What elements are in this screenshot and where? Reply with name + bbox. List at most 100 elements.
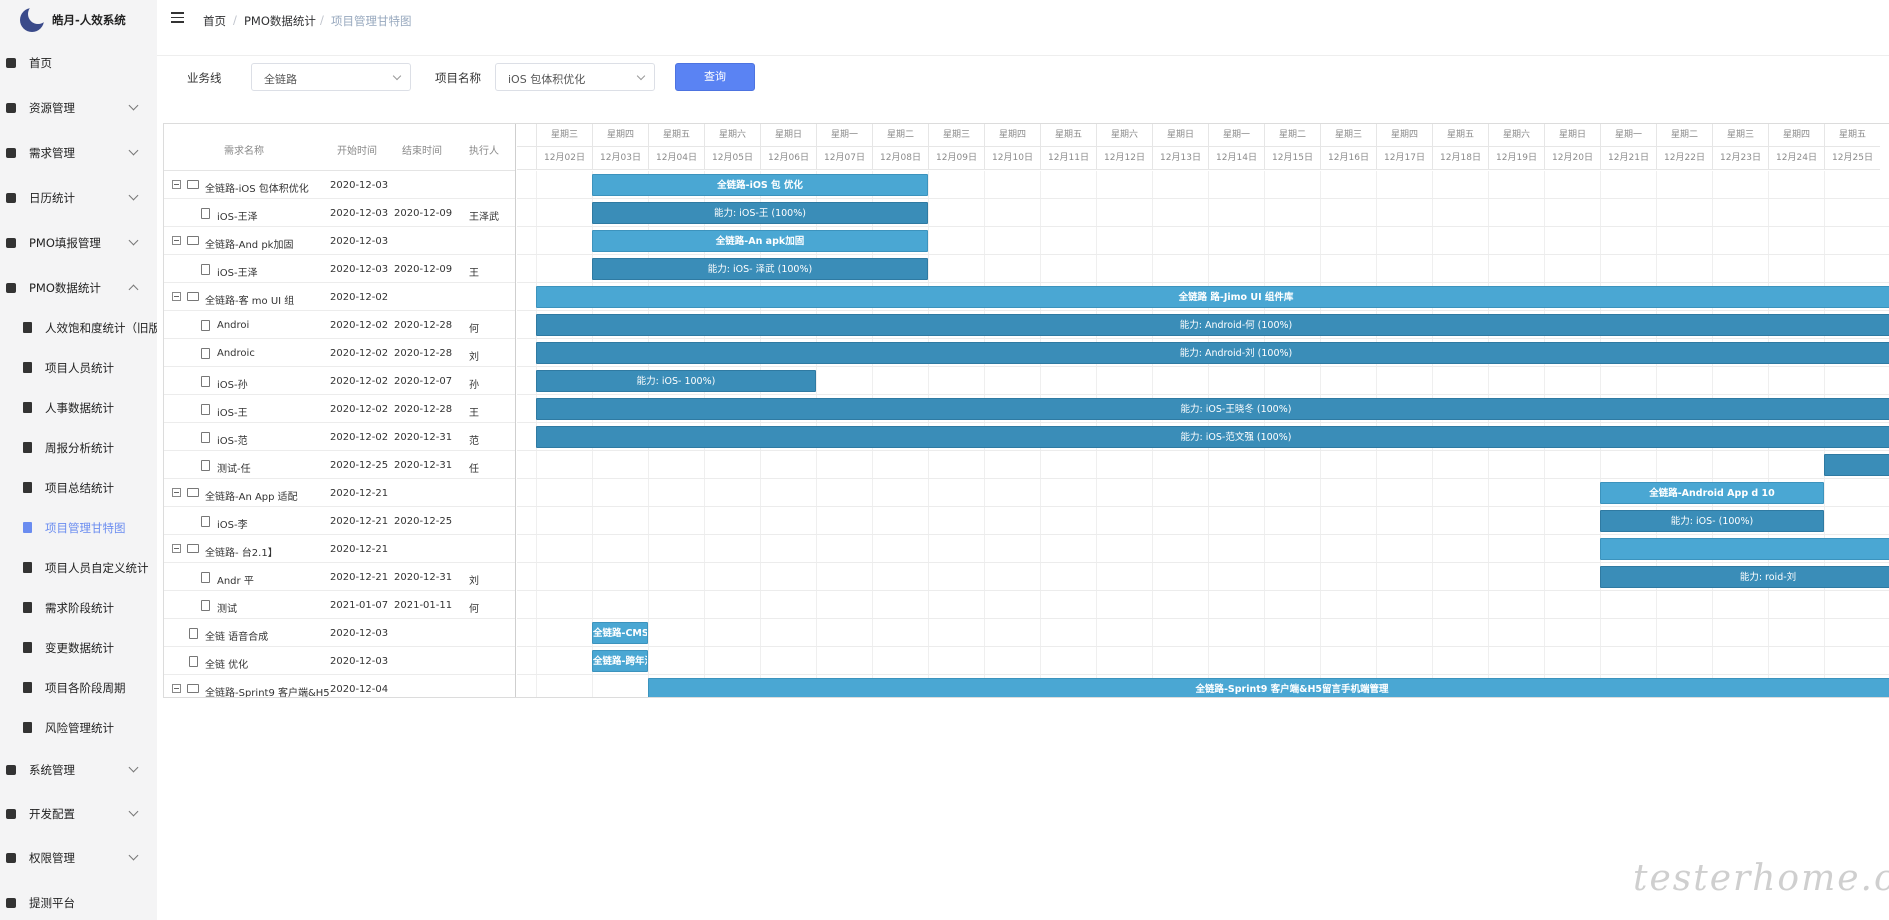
gantt-task-bar[interactable]: 能力: Android-何 (100%) [536, 314, 1889, 336]
file-icon [201, 404, 210, 415]
gantt-project-bar[interactable] [1600, 538, 1889, 560]
collapse-toggle-icon[interactable] [172, 488, 181, 497]
sidebar-item-label: 资源管理 [29, 101, 75, 115]
table-row[interactable]: 全链路- 台2.1】 2020-12-21 [164, 535, 515, 563]
start-time-cell: 2020-12-02 [330, 292, 389, 303]
sidebar-item-9[interactable]: 周报分析统计 [0, 430, 157, 466]
breadcrumb-home[interactable]: 首页 [203, 13, 226, 29]
sidebar-item-17[interactable]: 系统管理 [0, 752, 157, 788]
gantt-task-bar[interactable]: 能力: iOS-范文强 (100%) [536, 426, 1889, 448]
sidebar-item-14[interactable]: 变更数据统计 [0, 630, 157, 666]
sidebar-item-2[interactable]: 需求管理 [0, 135, 157, 171]
table-row[interactable]: 全链路-An App 适配 2020-12-21 [164, 479, 515, 507]
table-row[interactable]: 测试 2021-01-07 2021-01-11 何 [164, 591, 515, 619]
gantt-task-bar[interactable]: 能力: iOS- 100%) [536, 370, 816, 392]
gantt-task-bar[interactable]: 能力: iOS-王晓冬 (100%) [536, 398, 1889, 420]
sidebar-item-18[interactable]: 开发配置 [0, 796, 157, 832]
gantt-task-bar[interactable]: 能力: roid-刘 [1600, 566, 1889, 588]
sidebar-item-15[interactable]: 项目各阶段周期 [0, 670, 157, 706]
sidebar-item-11[interactable]: 项目管理甘特图 [0, 510, 157, 546]
sidebar-item-13[interactable]: 需求阶段统计 [0, 590, 157, 626]
sidebar-item-3[interactable]: 日历统计 [0, 180, 157, 216]
timeline-row-line [517, 562, 1889, 563]
collapse-toggle-icon[interactable] [172, 684, 181, 693]
gantt-task-bar[interactable] [1824, 454, 1889, 476]
sidebar-item-6[interactable]: 人效饱和度统计（旧版 [0, 310, 157, 346]
task-name-cell: 全链路-Sprint9 客户端&H5 [205, 688, 329, 698]
start-time-cell: 2020-12-25 [330, 460, 389, 471]
gantt-project-bar[interactable]: 全链路-iOS 包 优化 [592, 174, 928, 196]
table-row[interactable]: 全链 语音合成 2020-12-03 [164, 619, 515, 647]
table-row[interactable]: iOS-孙 2020-12-02 2020-12-07 孙 [164, 367, 515, 395]
collapse-toggle-icon[interactable] [172, 236, 181, 245]
sidebar-item-label: 日历统计 [29, 191, 75, 205]
owner-cell: 王 [469, 408, 479, 419]
table-row[interactable]: Andr 平 2020-12-21 2020-12-31 刘 [164, 563, 515, 591]
document-icon [23, 602, 32, 613]
sidebar-item-12[interactable]: 项目人员自定义统计 [0, 550, 157, 586]
gantt-project-bar[interactable]: 全链路-跨年活 [592, 650, 648, 672]
table-row[interactable]: 全链路-And pk加固 2020-12-03 [164, 227, 515, 255]
collapse-toggle-icon[interactable] [172, 544, 181, 553]
gantt-project-bar[interactable]: 全链路-Android App d 10 [1600, 482, 1824, 504]
sidebar-item-20[interactable]: 提测平台 [0, 885, 157, 920]
timeline-date-header: 12月16日 [1320, 147, 1376, 170]
gantt-project-bar[interactable]: 全链路-An apk加固 [592, 230, 928, 252]
table-row[interactable]: iOS-王 2020-12-02 2020-12-28 王 [164, 395, 515, 423]
sidebar-item-8[interactable]: 人事数据统计 [0, 390, 157, 426]
breadcrumb-section[interactable]: PMO数据统计 [244, 13, 316, 29]
header-end-time[interactable]: 结束时间 [402, 142, 442, 157]
chevron-down-icon [128, 762, 139, 773]
task-name-cell: iOS-王 [217, 408, 248, 419]
collapse-toggle-icon[interactable] [172, 292, 181, 301]
gantt-task-bar[interactable]: 能力: iOS- 泽武 (100%) [592, 258, 928, 280]
sidebar-item-10[interactable]: 项目总结统计 [0, 470, 157, 506]
start-time-cell: 2020-12-21 [330, 572, 389, 583]
table-row[interactable]: 全链 优化 2020-12-03 [164, 647, 515, 675]
table-row[interactable]: Androi 2020-12-02 2020-12-28 何 [164, 311, 515, 339]
table-row[interactable]: iOS-王泽 2020-12-03 2020-12-09 王泽武 [164, 199, 515, 227]
owner-cell: 孙 [469, 380, 479, 391]
document-icon [23, 362, 32, 373]
gantt-project-bar[interactable]: 全链路 路-Jimo UI 组件库 [536, 286, 1889, 308]
table-row[interactable]: iOS-范 2020-12-02 2020-12-31 范 [164, 423, 515, 451]
sidebar-item-1[interactable]: 资源管理 [0, 90, 157, 126]
sidebar-item-16[interactable]: 风险管理统计 [0, 710, 157, 746]
table-row[interactable]: iOS-王泽 2020-12-03 2020-12-09 王 [164, 255, 515, 283]
sidebar-item-5[interactable]: PMO数据统计 [0, 270, 157, 306]
business-line-label: 业务线 [187, 71, 222, 85]
sidebar-item-19[interactable]: 权限管理 [0, 840, 157, 876]
gantt-task-bar[interactable]: 能力: Android-刘 (100%) [536, 342, 1889, 364]
collapse-toggle-icon[interactable] [172, 180, 181, 189]
briefcase-icon [23, 722, 32, 733]
sidebar-item-0[interactable]: 首页 [0, 45, 157, 81]
gantt-task-bar[interactable]: 能力: iOS- (100%) [1600, 510, 1824, 532]
timeline-weekday-header: 星期二 [872, 124, 928, 147]
table-row[interactable]: 全链路-iOS 包体积优化 2020-12-03 [164, 171, 515, 199]
table-row[interactable]: Androic 2020-12-02 2020-12-28 刘 [164, 339, 515, 367]
table-row[interactable]: 全链路-客 mo UI 组 2020-12-02 [164, 283, 515, 311]
gear-icon [6, 853, 16, 863]
timeline-date-header: 12月18日 [1432, 147, 1488, 170]
gantt-task-bar[interactable]: 能力: iOS-王 (100%) [592, 202, 928, 224]
query-button[interactable]: 查询 [675, 63, 755, 91]
sidebar-item-7[interactable]: 项目人员统计 [0, 350, 157, 386]
gantt-project-bar[interactable]: 全链路-CMS [592, 622, 648, 644]
file-icon [201, 320, 210, 331]
gantt-project-bar[interactable]: 全链路-Sprint9 客户端&H5留言手机端管理 [648, 678, 1889, 697]
header-owner[interactable]: 执行人 [469, 142, 499, 157]
table-row[interactable]: 测试-任 2020-12-25 2020-12-31 任 [164, 451, 515, 479]
business-line-select[interactable]: 全链路 [251, 63, 411, 91]
sidebar-item-4[interactable]: PMO填报管理 [0, 225, 157, 261]
hamburger-toggle-icon[interactable] [171, 12, 184, 23]
table-row[interactable]: 全链路-Sprint9 客户端&H5 2020-12-04 [164, 675, 515, 698]
file-icon [189, 656, 198, 667]
project-name-select[interactable]: iOS 包体积优化 [495, 63, 655, 91]
task-name-cell: iOS-王泽 [217, 212, 258, 223]
table-row[interactable]: iOS-李 2020-12-21 2020-12-25 [164, 507, 515, 535]
timeline-date-header: 12月04日 [648, 147, 704, 170]
header-start-time[interactable]: 开始时间 [337, 142, 377, 157]
sidebar-item-label: 人事数据统计 [45, 401, 114, 415]
document-icon [23, 442, 32, 453]
header-task-name[interactable]: 需求名称 [224, 142, 264, 157]
